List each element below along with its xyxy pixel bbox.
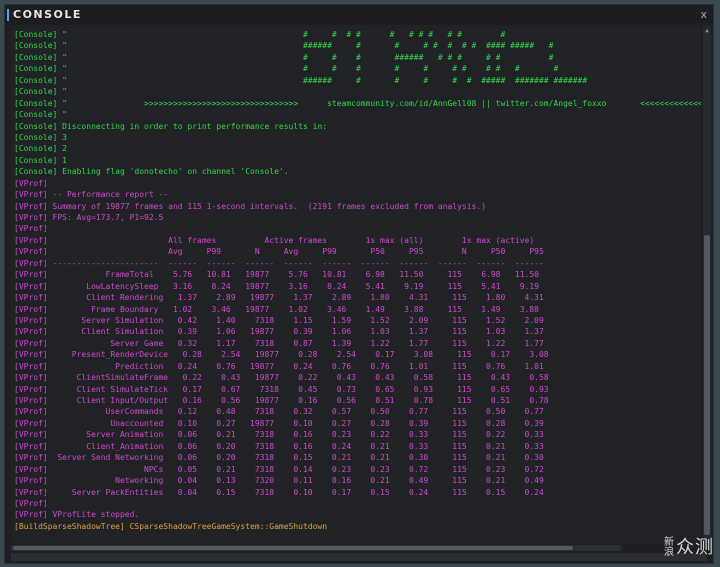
console-line: [VProf] Server Simulation 0.42 1.40 7318… (14, 315, 544, 325)
console-line: [VProf] Unaccounted 0.10 0.27 19877 0.10… (14, 418, 544, 428)
console-line: [BuildSparseShadowTree] CSparseShadowTre… (14, 521, 328, 531)
console-line: [VProf] (14, 224, 48, 234)
horizontal-scroll-thumb[interactable] (13, 546, 573, 550)
horizontal-scrollbar[interactable] (11, 545, 621, 551)
console-line: [VProf] Frame Boundary 1.02 3.46 19877 1… (14, 304, 539, 314)
console-line: [Console] " # # # # # # # # # # # (14, 30, 506, 39)
console-line: [VProf] Prediction 0.24 0.76 19877 0.24 … (14, 361, 544, 371)
console-line: [VProf] Server Game 0.32 1.17 7318 0.87 … (14, 338, 544, 348)
console-line: [VProf] (14, 498, 48, 508)
console-line: [Console] Disconnecting in order to prin… (14, 121, 328, 131)
console-line: [VProf] FPS: Avg=173.7, P1=92.5 (14, 213, 164, 222)
console-line: [VProf] Present_RenderDevice 0.28 2.54 1… (14, 350, 549, 360)
console-line: [VProf] Server PackEntities 0.04 0.15 73… (14, 487, 544, 497)
console-line: [VProf] Client_Animation 0.06 0.20 7318 … (14, 441, 544, 451)
console-line: [Console] " ###### # # # # # # # #### ##… (14, 41, 554, 51)
console-line: [Console] 1 (14, 155, 67, 165)
title-accent (7, 9, 9, 21)
console-output[interactable]: [Console] " # # # # # # # # # # # [Consol… (11, 25, 701, 543)
console-line: [VProf] Summary of 19877 frames and 115 … (14, 201, 487, 211)
title-bar: CONSOLE x (5, 5, 713, 25)
console-line: [VProf] Client Rendering 1.37 2.89 19877… (14, 293, 544, 303)
watermark-text: 众测 (676, 537, 714, 558)
console-line: [VProf] Client Simulation 0.39 1.06 1987… (14, 327, 544, 337)
console-line: [Console] " (14, 110, 67, 120)
watermark-logo: 新浪 (664, 537, 675, 558)
console-line: [VProf] FrameTotal 5.76 10.81 19877 5.76… (14, 270, 539, 280)
console-line: [VProf] Client Input/Output 0.16 0.56 19… (14, 396, 549, 405)
console-line: [VProf] Server Animation 0.06 0.21 7318 … (14, 430, 544, 440)
console-line: [Console] Enabling flag 'donotecho' on c… (14, 167, 289, 177)
console-line: [VProf] Networking 0.04 0.13 7320 0.11 0… (14, 476, 544, 486)
console-line: [VProf] NPCs 0.05 0.21 7318 0.14 0.23 0.… (14, 464, 544, 474)
console-line: [Console] " # # # ###### # # # # # # (14, 52, 554, 62)
command-input-bar[interactable] (11, 553, 707, 561)
console-line: [VProf] UserCommands 0.12 0.48 7318 0.32… (14, 407, 544, 417)
console-line: [VProf] Avg P99 N Avg P99 P50 P95 N P50 … (14, 247, 544, 257)
console-line: [VProf] -- Performance report -- (14, 190, 169, 200)
window-title: CONSOLE (13, 8, 82, 21)
scroll-up-icon[interactable]: ▲ (703, 27, 711, 35)
console-line: [VProf] Server Send Networking 0.06 0.20… (14, 453, 544, 463)
console-line: [Console] " >>>>>>>>>>>>>>>>>>>>>>>>>>>>… (14, 98, 701, 108)
watermark: 新浪众测 (664, 533, 714, 559)
console-line: [Console] " # # # # # # # # # # # (14, 64, 559, 74)
console-window: CONSOLE x [Console] " # # # # # # # # # … (4, 4, 714, 564)
console-line: [Console] " (14, 87, 67, 97)
console-line: [VProf] Client SimulateTick 0.17 0.67 73… (14, 384, 549, 394)
console-line: [VProf] (14, 178, 48, 188)
console-line: [Console] 2 (14, 144, 67, 154)
console-line: [VProf] All frames Active frames 1s max … (14, 235, 535, 245)
console-lines: [Console] " # # # # # # # # # # # [Consol… (14, 29, 701, 532)
console-line: [VProf] ClientSimulateFrame 0.22 0.43 19… (14, 373, 549, 383)
console-line: [VProf] LowLatencySleep 3.16 8.24 19877 … (14, 281, 539, 291)
scroll-thumb[interactable] (704, 235, 710, 535)
console-line: [Console] 3 (14, 132, 67, 142)
close-icon[interactable]: x (700, 8, 707, 21)
console-line: [VProf] ---------------------- ------ --… (14, 258, 544, 268)
console-line: [Console] " ###### # # # # # ##### #####… (14, 75, 588, 85)
console-line: [VProf] VProfLite stopped. (14, 510, 140, 520)
vertical-scrollbar[interactable]: ▲ (703, 25, 711, 543)
